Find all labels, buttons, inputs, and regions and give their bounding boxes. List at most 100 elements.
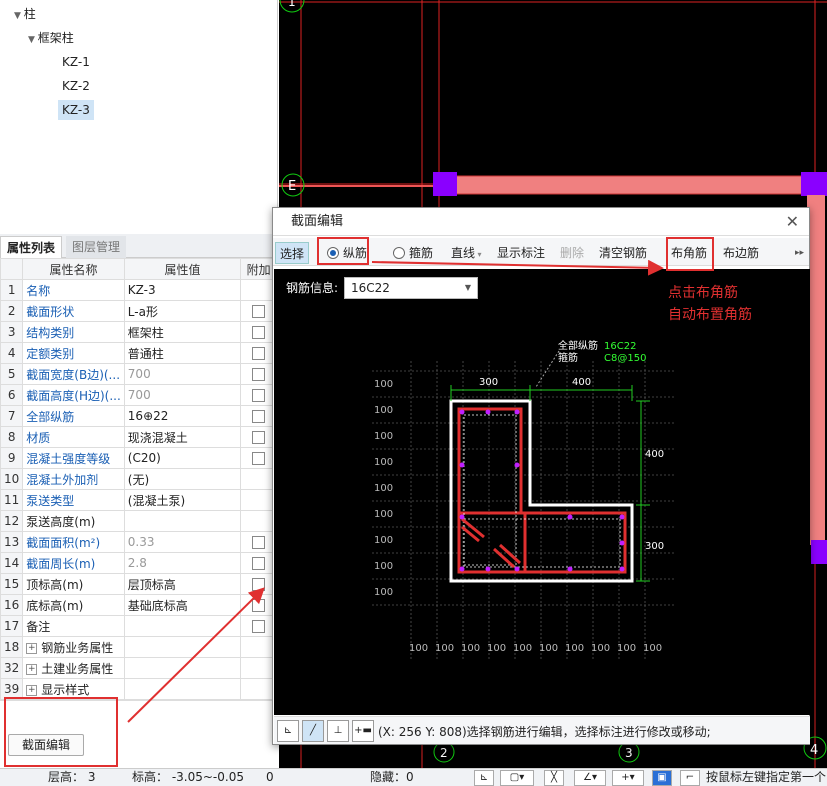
toolbar-more-icon[interactable]: ▸▸ bbox=[791, 242, 808, 264]
tree-group-frame-column[interactable]: ▼ 框架柱 bbox=[28, 28, 74, 48]
show-dimension-button[interactable]: 显示标注 bbox=[493, 242, 549, 264]
tab-property-list[interactable]: 属性列表 bbox=[0, 236, 63, 258]
property-value-cell[interactable]: 层顶标高 bbox=[123, 573, 242, 595]
grid-label: 100 bbox=[513, 643, 532, 654]
select-button[interactable]: 选择 bbox=[275, 242, 310, 264]
status-hidden: 隐藏：0 bbox=[370, 770, 414, 784]
property-value-cell[interactable]: 700 bbox=[123, 363, 242, 385]
cross-snap-icon[interactable]: ╳ bbox=[544, 770, 564, 786]
grid-label: 100 bbox=[539, 643, 558, 654]
property-value-cell[interactable] bbox=[123, 678, 242, 700]
property-value-cell[interactable]: 700 bbox=[123, 384, 242, 406]
orthogonal-icon[interactable]: ⊾ bbox=[277, 720, 299, 742]
extra-checkbox[interactable] bbox=[252, 599, 266, 612]
table-row[interactable]: 1 名称 KZ-3 bbox=[0, 279, 277, 301]
property-value-cell[interactable]: 0.33 bbox=[123, 531, 242, 553]
property-name: 泵送类型 bbox=[26, 493, 75, 508]
property-value-cell[interactable] bbox=[123, 615, 242, 637]
expand-icon[interactable]: + bbox=[26, 663, 38, 675]
property-value-cell[interactable]: 普通柱 bbox=[123, 342, 242, 364]
property-value-cell[interactable]: (混凝土泵) bbox=[123, 489, 242, 511]
property-value-cell[interactable]: (无) bbox=[123, 468, 242, 490]
angle-icon[interactable]: ∠▾ bbox=[574, 770, 606, 786]
grid-label: 100 bbox=[435, 643, 454, 654]
extra-checkbox[interactable] bbox=[252, 389, 266, 402]
expand-icon[interactable]: + bbox=[26, 684, 38, 696]
row-index: 6 bbox=[0, 384, 24, 406]
table-row[interactable]: 13 截面面积(m²) 0.33 bbox=[0, 531, 277, 553]
table-row[interactable]: 6 截面高度(H边)(... 700 bbox=[0, 384, 277, 406]
dim-400-top: 400 bbox=[572, 377, 591, 388]
col-index bbox=[0, 258, 24, 280]
table-row[interactable]: 7 全部纵筋 16⊕22 bbox=[0, 405, 277, 427]
property-value-cell[interactable]: 基础底标高 bbox=[123, 594, 242, 616]
table-row[interactable]: 4 定额类别 普通柱 bbox=[0, 342, 277, 364]
property-name-cell: 截面面积(m²) bbox=[22, 531, 125, 553]
table-row[interactable]: 32 + 土建业务属性 bbox=[0, 657, 277, 679]
extra-checkbox[interactable] bbox=[252, 431, 266, 444]
table-row[interactable]: 16 底标高(m) 基础底标高 bbox=[0, 594, 277, 616]
extra-checkbox[interactable] bbox=[252, 536, 266, 549]
status-zero: 0 bbox=[266, 770, 274, 784]
table-row[interactable]: 11 泵送类型 (混凝土泵) bbox=[0, 489, 277, 511]
extra-checkbox[interactable] bbox=[252, 347, 266, 360]
add-dim-icon[interactable]: +▬ bbox=[352, 720, 374, 742]
property-name: 全部纵筋 bbox=[26, 409, 75, 424]
orthogonal-toggle-icon[interactable]: ⊾ bbox=[474, 770, 494, 786]
extra-checkbox[interactable] bbox=[252, 368, 266, 381]
annotation-line-1: 点击布角筋 bbox=[668, 285, 738, 301]
line-dropdown[interactable]: 直线 ▾ bbox=[447, 242, 486, 264]
add-point-icon[interactable]: +▾ bbox=[612, 770, 644, 786]
clear-rebar-button[interactable]: 清空钢筋 bbox=[595, 242, 651, 264]
dialog-hint: (X: 256 Y: 808)选择钢筋进行编辑，选择标注进行修改或移动; bbox=[378, 725, 711, 739]
tab-layer-management[interactable]: 图层管理 bbox=[66, 236, 127, 258]
delete-button[interactable]: 删除 bbox=[556, 242, 588, 264]
property-name-cell: 结构类别 bbox=[22, 321, 125, 343]
snap-rect-icon[interactable]: ▢▾ bbox=[500, 770, 534, 786]
tree-item-kz2[interactable]: KZ-2 bbox=[62, 76, 90, 96]
tree-group-label: 框架柱 bbox=[37, 31, 74, 45]
row-index: 8 bbox=[0, 426, 24, 448]
tree-root-column[interactable]: ▼ 柱 bbox=[14, 4, 36, 24]
extra-checkbox[interactable] bbox=[252, 620, 266, 633]
tree-item-kz3[interactable]: KZ-3 bbox=[58, 100, 94, 120]
edge-rebar-button[interactable]: 布边筋 bbox=[719, 242, 763, 264]
expand-icon[interactable]: + bbox=[26, 642, 38, 654]
extra-checkbox[interactable] bbox=[252, 305, 266, 318]
stirrup-radio[interactable]: 箍筋 bbox=[389, 242, 437, 264]
perpendicular-icon[interactable]: ⊥ bbox=[327, 720, 349, 742]
property-value-cell[interactable]: 2.8 bbox=[123, 552, 242, 574]
extra-checkbox[interactable] bbox=[252, 452, 266, 465]
section-canvas[interactable]: 钢筋信息: 16C22 ▼ 100 100 100 100 100 100 100 100 100… bbox=[274, 269, 810, 715]
property-value-cell[interactable]: L-a形 bbox=[123, 300, 242, 322]
property-value-cell[interactable] bbox=[123, 636, 242, 658]
table-row[interactable]: 12 泵送高度(m) bbox=[0, 510, 277, 532]
polyline-icon[interactable]: ⌐ bbox=[680, 770, 700, 786]
extra-checkbox[interactable] bbox=[252, 557, 266, 570]
property-value-cell[interactable]: 框架柱 bbox=[123, 321, 242, 343]
property-value-cell[interactable]: 16⊕22 bbox=[123, 405, 242, 427]
property-value-cell[interactable]: KZ-3 bbox=[123, 279, 242, 301]
dynamic-input-icon[interactable]: ▣ bbox=[652, 770, 672, 786]
tree-item-kz1[interactable]: KZ-1 bbox=[62, 52, 90, 72]
table-row[interactable]: 18 + 钢筋业务属性 bbox=[0, 636, 277, 658]
table-row[interactable]: 15 顶标高(m) 层顶标高 bbox=[0, 573, 277, 595]
extra-checkbox[interactable] bbox=[252, 326, 266, 339]
table-row[interactable]: 10 混凝土外加剂 (无) bbox=[0, 468, 277, 490]
close-icon[interactable]: ✕ bbox=[786, 212, 799, 231]
extra-checkbox[interactable] bbox=[252, 578, 266, 591]
table-row[interactable]: 9 混凝土强度等级 (C20) bbox=[0, 447, 277, 469]
property-name-cell: 定额类别 bbox=[22, 342, 125, 364]
table-row[interactable]: 14 截面周长(m) 2.8 bbox=[0, 552, 277, 574]
line-draw-icon[interactable]: ╱ bbox=[302, 720, 324, 742]
property-value-cell[interactable]: (C20) bbox=[123, 447, 242, 469]
table-row[interactable]: 2 截面形状 L-a形 bbox=[0, 300, 277, 322]
table-row[interactable]: 8 材质 现浇混凝土 bbox=[0, 426, 277, 448]
table-row[interactable]: 5 截面宽度(B边)(... 700 bbox=[0, 363, 277, 385]
extra-checkbox[interactable] bbox=[252, 410, 266, 423]
property-value-cell[interactable] bbox=[123, 510, 242, 532]
table-row[interactable]: 3 结构类别 框架柱 bbox=[0, 321, 277, 343]
property-value-cell[interactable] bbox=[123, 657, 242, 679]
table-row[interactable]: 17 备注 bbox=[0, 615, 277, 637]
property-value-cell[interactable]: 现浇混凝土 bbox=[123, 426, 242, 448]
